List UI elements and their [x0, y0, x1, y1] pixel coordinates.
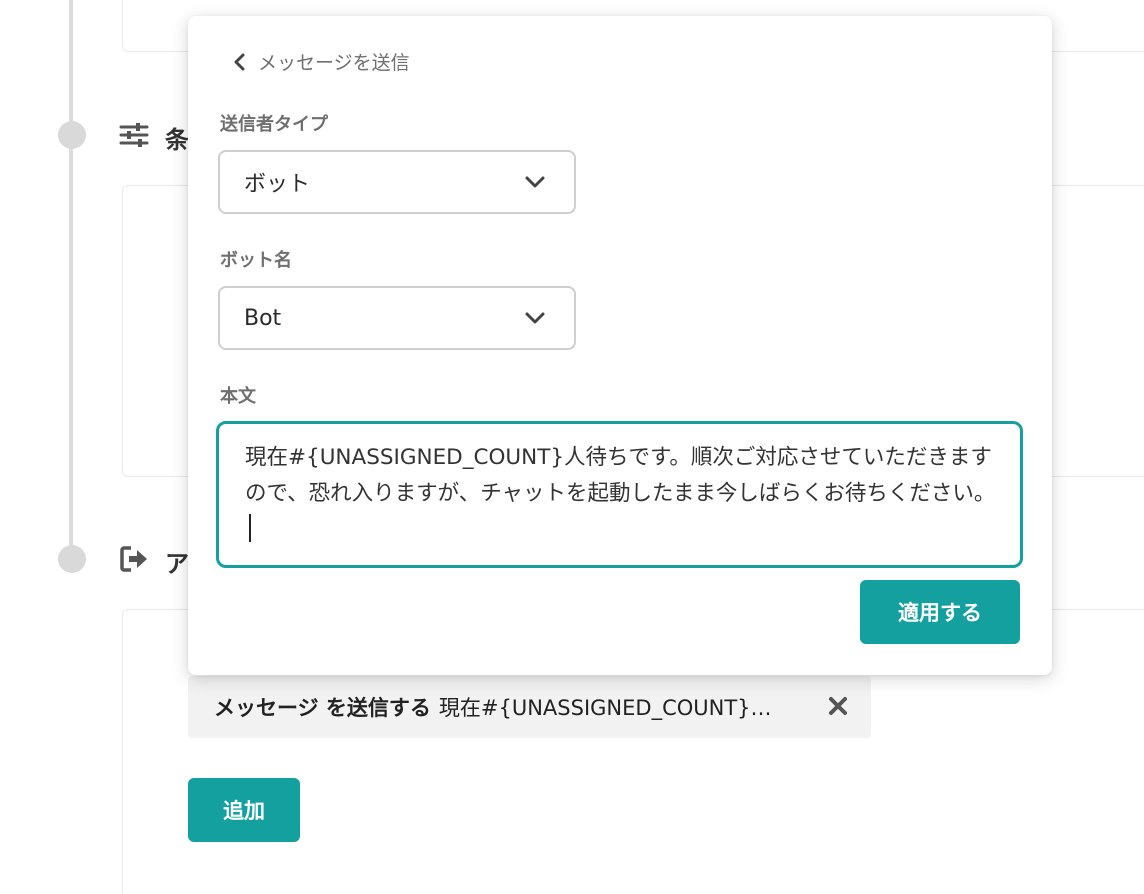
- timeline-line: [69, 0, 73, 545]
- workflow-editor: 条 ア メッセージ を送信する 現在#{UNASSIGNED_COUNT}人待ち…: [0, 0, 1144, 894]
- back-link[interactable]: メッセージを送信: [232, 48, 410, 75]
- sliders-icon: [119, 123, 149, 147]
- text-caret: [249, 514, 251, 542]
- chevron-down-icon: [525, 176, 545, 188]
- sender-type-select[interactable]: ボット: [218, 150, 576, 214]
- back-link-label: メッセージを送信: [258, 52, 410, 74]
- add-button[interactable]: 追加: [188, 778, 300, 842]
- bot-name-value: Bot: [244, 305, 282, 331]
- action-section-title: ア: [165, 550, 189, 578]
- send-message-popover: メッセージを送信 送信者タイプ ボット ボット名 Bot 本文 現在#{UNAS…: [188, 16, 1052, 675]
- sender-type-label: 送信者タイプ: [220, 114, 328, 135]
- body-label: 本文: [220, 386, 256, 407]
- timeline-dot-action: [58, 545, 86, 573]
- action-chip-preview: 現在#{UNASSIGNED_COUNT}人待ちです。順次ご対応させていただきま…: [438, 696, 784, 720]
- apply-button[interactable]: 適用する: [860, 580, 1020, 644]
- chevron-down-icon: [525, 312, 545, 324]
- bot-name-select[interactable]: Bot: [218, 286, 576, 350]
- chevron-left-icon: [234, 53, 245, 70]
- sign-out-icon: [120, 546, 147, 572]
- condition-section-title: 条: [165, 126, 189, 154]
- body-textarea[interactable]: 現在#{UNASSIGNED_COUNT}人待ちです。順次ご対応させていただきま…: [216, 421, 1023, 568]
- sender-type-value: ボット: [244, 172, 311, 197]
- bot-name-label: ボット名: [220, 250, 292, 271]
- body-text: 現在#{UNASSIGNED_COUNT}人待ちです。順次ご対応させていただきま…: [245, 445, 996, 506]
- close-icon[interactable]: [825, 693, 851, 719]
- action-chip-label: メッセージ を送信する: [214, 696, 431, 720]
- action-chip-send-message[interactable]: メッセージ を送信する 現在#{UNASSIGNED_COUNT}人待ちです。順…: [188, 676, 871, 738]
- timeline-dot-condition: [58, 121, 86, 149]
